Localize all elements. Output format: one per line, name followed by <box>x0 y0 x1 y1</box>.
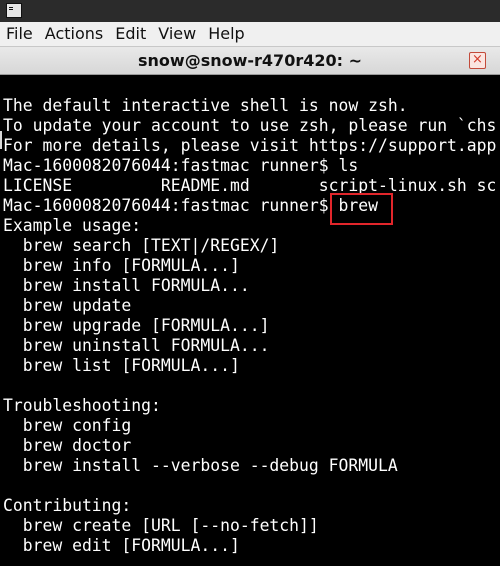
terminal-line: brew install --verbose --debug FORMULA <box>3 456 398 475</box>
terminal-line: Mac-1600082076044:fastmac runner$ ls <box>3 156 359 175</box>
terminal-line: brew install FORMULA... <box>3 276 250 295</box>
terminal-line: Contributing: <box>3 496 132 515</box>
menu-view[interactable]: View <box>152 23 202 45</box>
menu-actions[interactable]: Actions <box>39 23 109 45</box>
terminal-line: Troubleshooting: <box>3 396 161 415</box>
menu-help[interactable]: Help <box>202 23 250 45</box>
terminal-line: To update your account to use zsh, pleas… <box>3 116 497 135</box>
terminal-app-icon[interactable] <box>6 3 22 18</box>
terminal-line: brew doctor <box>3 436 132 455</box>
terminal-line: LICENSE README.md script-linux.sh sc <box>3 176 497 195</box>
terminal-line: brew config <box>3 416 132 435</box>
menu-bar: File Actions Edit View Help <box>0 22 500 47</box>
terminal-line: Example usage: <box>3 216 142 235</box>
terminal-line: The default interactive shell is now zsh… <box>3 96 408 115</box>
window-title: snow@snow-r470r420: ~ <box>138 51 362 70</box>
menu-edit[interactable]: Edit <box>109 23 152 45</box>
terminal-line: brew info [FORMULA...] <box>3 256 240 275</box>
terminal-line: brew edit [FORMULA...] <box>3 536 240 555</box>
close-icon[interactable]: × <box>469 52 486 69</box>
terminal-line: brew search [TEXT|/REGEX/] <box>3 236 280 255</box>
terminal-line: Mac-1600082076044:fastmac runner$ brew <box>3 196 378 215</box>
terminal-line: brew uninstall FORMULA... <box>3 336 270 355</box>
app-top-strip <box>0 0 500 22</box>
terminal-line: brew update <box>3 296 132 315</box>
terminal-line: brew create [URL [--no-fetch]] <box>3 516 319 535</box>
window-titlebar[interactable]: snow@snow-r470r420: ~ × <box>0 47 500 75</box>
terminal-line: brew list [FORMULA...] <box>3 356 240 375</box>
terminal-output[interactable]: The default interactive shell is now zsh… <box>0 75 500 566</box>
terminal-line: For more details, please visit https://s… <box>3 136 497 155</box>
scroll-edge-marker <box>0 131 2 149</box>
menu-file[interactable]: File <box>0 23 39 45</box>
terminal-line: brew upgrade [FORMULA...] <box>3 316 270 335</box>
